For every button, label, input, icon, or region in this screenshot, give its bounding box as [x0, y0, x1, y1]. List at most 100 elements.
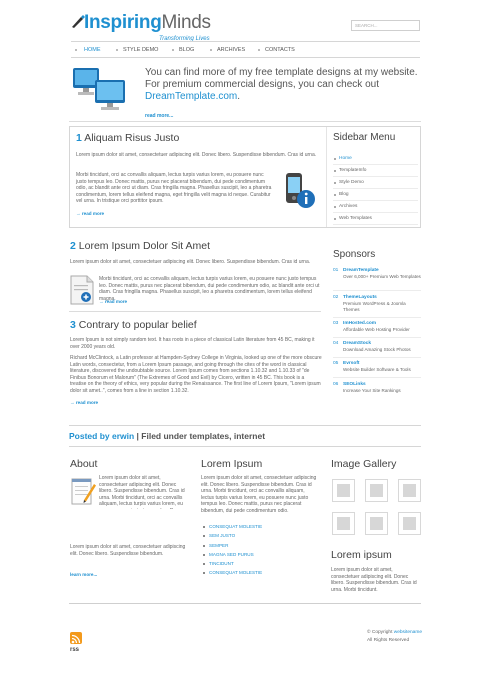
promo-text: You can find more of my free template de…	[145, 67, 425, 103]
sponsor-item[interactable]: 01 DreamTemplate Over 6,000+ Premium Web T…	[333, 268, 421, 290]
copyright-link[interactable]: websitename	[394, 630, 422, 635]
divider	[333, 317, 421, 318]
notepad-pencil-icon	[71, 478, 96, 505]
copyright-line: © Copyright websitename	[367, 629, 422, 637]
post-title[interactable]: 1 Aliquam Risus Justo	[76, 132, 179, 144]
sponsor-desc: Website Builder Software & Tools	[343, 367, 411, 372]
nav-style-demo[interactable]: STYLE DEMO	[123, 47, 158, 53]
post-title[interactable]: 2 Lorem Ipsum Dolor Sit Amet	[70, 240, 210, 252]
arrow-icon: →	[70, 400, 75, 405]
post-title-text: Aliquam Risus Justo	[84, 132, 180, 144]
computers-icon	[73, 68, 125, 110]
lorem-link-item[interactable]: MAGNA SED PURUS	[201, 550, 316, 559]
post-body: Morbi tincidunt, orci ac convallis aliqu…	[99, 276, 320, 302]
post-number: 1	[76, 132, 82, 144]
read-more-label: read more	[75, 400, 99, 405]
nav-blog[interactable]: BLOG	[179, 47, 194, 53]
divider	[333, 337, 421, 338]
gallery-thumbnail[interactable]	[398, 512, 421, 535]
promo-lead: You can find more of my free template de…	[145, 67, 418, 90]
sponsor-desc: Over 6,000+ Premium Web Templates	[343, 274, 421, 279]
sidebar-item-blog[interactable]: Blog	[333, 189, 418, 201]
sponsor-number: 04	[333, 341, 339, 346]
divider	[69, 603, 421, 604]
sponsor-name: ThemeLayouts	[343, 295, 377, 300]
sidebar-item-style-demo[interactable]: Style Demo	[333, 177, 418, 189]
divider	[333, 290, 421, 291]
sponsor-desc: Premium WordPress & Joomla Themes	[343, 301, 406, 312]
posted-by-bar: Posted by erwin | Filed under templates,…	[69, 425, 421, 447]
gallery-thumbnail[interactable]	[398, 479, 421, 502]
lorem-link-item[interactable]: TINCIDUNT	[201, 559, 316, 568]
post-paragraph: Richard McClintock, a Latin professor at…	[70, 355, 322, 394]
nav-archives[interactable]: ARCHIVES	[217, 47, 245, 53]
sponsor-item[interactable]: 04 DreamStock Download Amazing Stock Photo…	[333, 341, 421, 357]
copyright: © Copyright websitename All Rights Reser…	[367, 629, 422, 645]
nav-home[interactable]: HOME	[84, 47, 101, 53]
copyright-prefix: © Copyright	[367, 630, 394, 635]
promo-read-more[interactable]: read more...	[145, 113, 173, 119]
divider	[69, 121, 421, 122]
divider	[326, 127, 327, 227]
sidebar-item-home[interactable]: Home	[333, 153, 418, 165]
sponsor-name: ImHosted.com	[343, 321, 377, 326]
gallery-thumbnail[interactable]	[365, 512, 388, 535]
post-title[interactable]: 3 Contrary to popular belief	[70, 319, 197, 331]
gallery-thumbnail[interactable]	[332, 479, 355, 502]
read-more-link[interactable]: → read more	[70, 400, 98, 405]
gallery-thumbnail[interactable]	[332, 512, 355, 535]
site-title-suffix: Minds	[161, 12, 211, 33]
read-more-link[interactable]: → read more	[76, 211, 104, 216]
lorem-column-title: Lorem Ipsum	[201, 458, 263, 470]
sponsor-item[interactable]: 03 ImHosted.com Affordable Web Hosting Pro…	[333, 321, 421, 337]
promo-end: .	[237, 91, 241, 102]
lorem-link-item[interactable]: SEM JUSTO	[201, 531, 316, 540]
read-more-label: read more	[104, 299, 128, 304]
sponsor-number: 01	[333, 268, 339, 273]
sponsor-desc: Affordable Web Hosting Provider	[343, 327, 410, 332]
sponsor-item[interactable]: 02 ThemeLayouts Premium WordPress & Joomla…	[333, 295, 421, 317]
lorem-column-paragraph: Lorem ipsum dolor sit amet, consectetuer…	[201, 475, 317, 514]
sidebar-menu-title: Sidebar Menu	[333, 132, 396, 143]
sponsor-item[interactable]: 06 SEOLinks Increase Your Site Rankings	[333, 382, 421, 398]
sidebar-item-web-templates[interactable]: Web Templates	[333, 213, 418, 225]
lorem-link-item[interactable]: CONSEQUAT MOLESTIE	[201, 568, 316, 577]
gallery-thumbnail[interactable]	[365, 479, 388, 502]
nav-contacts[interactable]: CONTACTS	[265, 47, 295, 53]
post-body: Morbi tincidunt, orci ac convallis aliqu…	[76, 172, 272, 204]
post-title-text: Contrary to popular belief	[78, 319, 197, 331]
rss-label[interactable]: rss	[70, 647, 79, 653]
promo-link[interactable]: DreamTemplate.com	[145, 91, 237, 102]
about-title: About	[70, 458, 98, 470]
posted-by-author[interactable]: Posted by erwin	[69, 431, 134, 441]
read-more-link[interactable]: → read more	[99, 299, 127, 304]
sponsor-name: DreamTemplate	[343, 268, 379, 273]
document-icon	[70, 275, 94, 305]
sidebar-item-archives[interactable]: Archives	[333, 201, 418, 213]
sponsor-number: 06	[333, 382, 339, 387]
sponsor-name: DreamStock	[343, 341, 371, 346]
posted-by-categories: | Filed under templates, internet	[134, 431, 266, 441]
lorem-link-item[interactable]: CONSEQUAT MOLESTIE	[201, 522, 316, 531]
lorem-link-item[interactable]: SEMPER	[201, 541, 316, 550]
pen-icon	[72, 15, 85, 28]
learn-more-link[interactable]: learn more...	[70, 572, 97, 577]
sponsor-item[interactable]: 05 Evrsoft Website Builder Software & Tool…	[333, 361, 421, 377]
sidebar-item-templateinfo[interactable]: TemplateInfo	[333, 165, 418, 177]
nav-bullet	[116, 49, 118, 51]
about-paragraph-cont	[70, 509, 192, 537]
sponsor-name: Evrsoft	[343, 361, 360, 366]
divider	[333, 377, 421, 378]
sponsor-number: 03	[333, 321, 339, 326]
sponsor-desc: Download Amazing Stock Photos	[343, 347, 411, 352]
rss-icon[interactable]	[70, 632, 82, 644]
arrow-icon: →	[76, 211, 81, 216]
lorem-side-title: Lorem ipsum	[331, 549, 392, 561]
site-title-brand: Inspiring	[84, 12, 162, 33]
sidebar-menu: Home TemplateInfo Style Demo Blog Archiv…	[333, 153, 418, 225]
site-title: InspiringMinds	[84, 12, 211, 34]
divider	[69, 311, 321, 312]
nav-bullet	[75, 49, 77, 51]
search-input[interactable]: SEARCH...	[351, 20, 420, 31]
post-intro: Lorem ipsum dolor sit amet, consectetuer…	[70, 259, 311, 265]
